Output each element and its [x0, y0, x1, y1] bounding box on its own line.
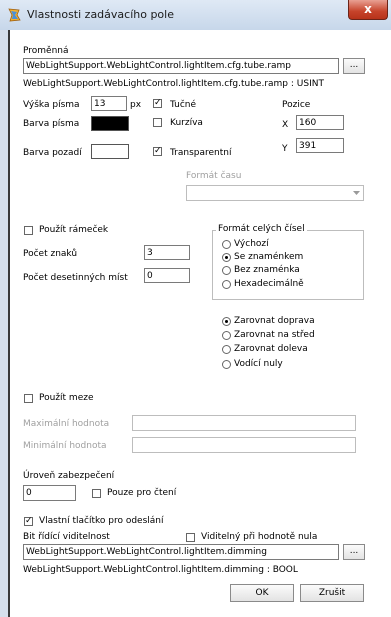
int-format-option-hex[interactable] — [222, 280, 231, 289]
window-frame — [0, 30, 8, 617]
font-color-label: Barva písma — [23, 119, 80, 129]
variable-input[interactable]: WebLightSupport.WebLightControl.lightIte… — [23, 58, 339, 74]
chars-label: Počet znaků — [23, 249, 78, 259]
custom-send-checkbox[interactable]: ✓ — [24, 517, 33, 526]
position-label: Pozice — [282, 100, 311, 110]
align-option-right[interactable] — [222, 317, 231, 326]
italic-label: Kurzíva — [170, 118, 203, 128]
security-level-label: Úroveň zabezpečení — [23, 471, 115, 481]
bg-color-swatch[interactable] — [91, 144, 129, 159]
custom-send-label: Vlastní tlačítko pro odeslání — [39, 516, 164, 526]
variable-browse-button[interactable]: ... — [343, 58, 365, 74]
security-level-input[interactable]: 0 — [23, 485, 76, 501]
int-format-option-unsigned-label: Bez znaménka — [234, 265, 300, 275]
position-y-label: Y — [282, 144, 288, 154]
close-icon: x — [364, 2, 372, 16]
visible-zero-label: Viditelný při hodnotě nula — [201, 532, 318, 542]
int-format-option-signed[interactable] — [222, 253, 231, 262]
int-format-label: Formát celých čísel — [216, 224, 307, 234]
use-limits-checkbox[interactable] — [24, 394, 33, 403]
title-bar[interactable]: Vlastnosti zadávacího pole x — [0, 0, 391, 31]
window-title: Vlastnosti zadávacího pole — [27, 8, 174, 21]
time-format-select[interactable] — [186, 185, 364, 201]
visibility-bit-input[interactable]: WebLightSupport.WebLightControl.lightIte… — [23, 544, 339, 560]
align-option-center-label: Zarovnat na střed — [234, 330, 315, 340]
variable-type-info: WebLightSupport.WebLightControl.lightIte… — [23, 79, 324, 89]
font-height-unit: px — [130, 100, 142, 110]
time-format-label: Formát času — [186, 171, 242, 181]
int-format-option-default-label: Výchozí — [234, 239, 269, 249]
int-format-option-unsigned[interactable] — [222, 266, 231, 275]
visibility-bit-browse-button[interactable]: ... — [343, 544, 365, 560]
position-y-input[interactable]: 391 — [296, 138, 344, 153]
chars-input[interactable]: 3 — [144, 245, 190, 260]
font-color-swatch[interactable] — [91, 116, 129, 131]
chevron-down-icon — [353, 191, 360, 195]
int-format-option-default[interactable] — [222, 240, 231, 249]
decimals-input[interactable]: 0 — [144, 268, 190, 283]
transparent-label: Transparentní — [170, 148, 232, 158]
int-format-option-signed-label: Se znaménkem — [234, 252, 304, 262]
align-option-leading-zeros-label: Vodící nuly — [234, 359, 283, 369]
italic-checkbox[interactable] — [153, 118, 162, 127]
decimals-label: Počet desetinných míst — [23, 273, 128, 283]
bold-label: Tučné — [170, 100, 197, 110]
use-frame-checkbox[interactable] — [24, 226, 33, 235]
align-option-left[interactable] — [222, 345, 231, 354]
readonly-checkbox[interactable] — [92, 489, 101, 498]
align-option-center[interactable] — [222, 331, 231, 340]
min-value-label: Minimální hodnota — [23, 441, 107, 451]
max-value-label: Maximální hodnota — [23, 419, 110, 429]
font-height-label: Výška písma — [23, 100, 80, 110]
align-option-left-label: Zarovnat doleva — [234, 344, 308, 354]
variable-label: Proměnná — [23, 46, 69, 56]
bold-checkbox[interactable]: ✓ — [153, 99, 162, 108]
align-option-right-label: Zarovnat doprava — [234, 316, 315, 326]
visibility-bit-label: Bit řídící viditelnost — [23, 532, 110, 542]
position-x-input[interactable]: 160 — [296, 115, 344, 130]
font-height-input[interactable]: 13 — [91, 96, 127, 111]
close-button[interactable]: x — [348, 0, 388, 20]
app-icon — [8, 8, 21, 22]
int-format-option-hex-label: Hexadecimálně — [234, 279, 304, 289]
readonly-label: Pouze pro čtení — [107, 488, 177, 498]
max-value-input[interactable] — [132, 415, 356, 431]
ok-button[interactable]: OK — [230, 584, 294, 602]
cancel-button[interactable]: Zrušit — [300, 584, 364, 602]
align-option-leading-zeros[interactable] — [222, 360, 231, 369]
visible-zero-checkbox[interactable] — [186, 533, 195, 542]
bg-color-label: Barva pozadí — [23, 148, 82, 158]
transparent-checkbox[interactable]: ✓ — [153, 147, 162, 156]
use-frame-label: Použít rámeček — [39, 225, 109, 235]
use-limits-label: Použít meze — [39, 393, 94, 403]
position-x-label: X — [282, 120, 289, 130]
min-value-input[interactable] — [132, 437, 356, 453]
visibility-bit-type-info: WebLightSupport.WebLightControl.lightIte… — [23, 565, 298, 575]
dialog-body: Proměnná WebLightSupport.WebLightControl… — [10, 30, 391, 617]
